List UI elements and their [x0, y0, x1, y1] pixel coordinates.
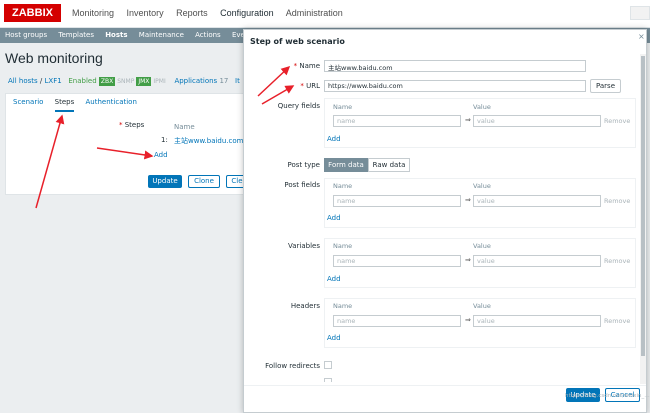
annotation-arrows [35, 65, 295, 209]
annotation-arrow-steps [35, 114, 65, 209]
annotation-arrow-add [96, 147, 154, 160]
